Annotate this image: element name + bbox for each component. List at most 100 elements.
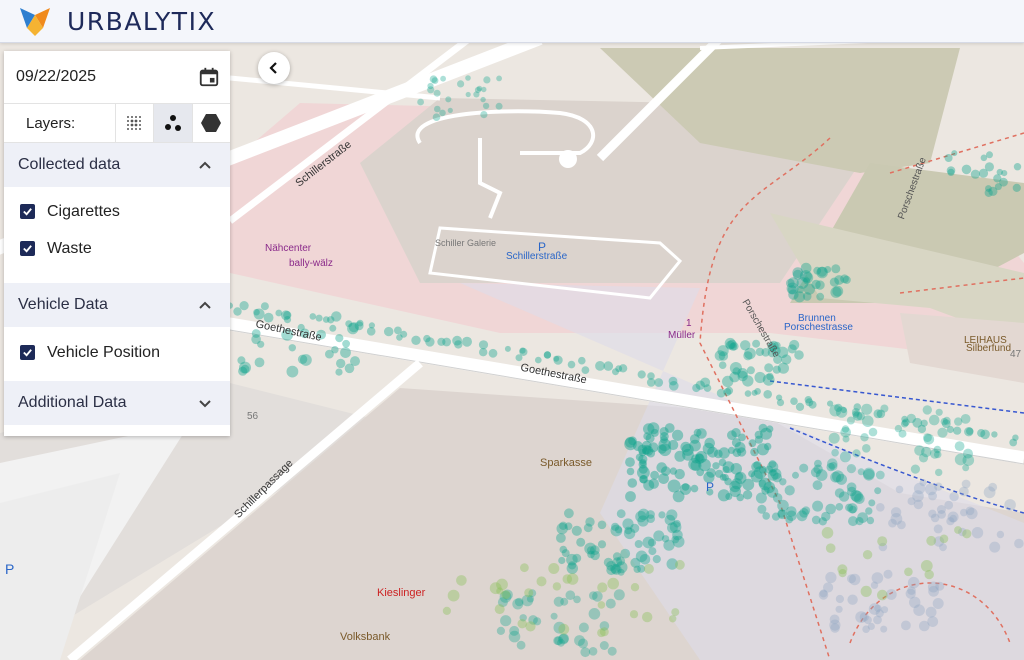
- data-point: [731, 478, 743, 490]
- data-point: [939, 543, 947, 552]
- data-point: [646, 378, 656, 387]
- data-point: [926, 535, 937, 546]
- checkbox-cigarettes[interactable]: [20, 204, 35, 219]
- data-point: [712, 462, 720, 470]
- poi-label-sparkasse: Sparkasse: [540, 457, 592, 469]
- data-point: [848, 516, 858, 527]
- data-point: [607, 646, 617, 656]
- section-additional-data-header[interactable]: Additional Data: [4, 381, 230, 425]
- data-point: [480, 111, 488, 119]
- data-point: [572, 553, 582, 563]
- data-point: [558, 623, 570, 635]
- data-point: [240, 364, 250, 374]
- data-point: [732, 448, 742, 457]
- data-point: [816, 292, 825, 301]
- data-point: [883, 569, 893, 579]
- checkbox-row-vehicle-position[interactable]: Vehicle Position: [4, 334, 230, 371]
- layer-control-panel: 09/22/2025 Layers: Collected data Cigare…: [4, 51, 230, 436]
- data-point: [603, 361, 614, 371]
- points-layer-button[interactable]: [153, 104, 192, 142]
- data-point: [790, 397, 798, 406]
- data-point: [834, 488, 845, 498]
- data-point: [927, 616, 939, 627]
- data-point: [847, 594, 858, 605]
- section-collected-data-header[interactable]: Collected data: [4, 143, 230, 187]
- heatmap-layer-button[interactable]: [114, 104, 153, 142]
- data-point: [630, 583, 640, 592]
- data-point: [888, 518, 897, 528]
- data-point: [852, 449, 861, 458]
- data-point: [1012, 183, 1021, 192]
- data-point: [447, 107, 453, 113]
- data-point: [434, 105, 441, 113]
- data-point: [483, 76, 491, 84]
- check-icon: [23, 208, 32, 216]
- data-point: [928, 414, 940, 426]
- data-point: [625, 457, 635, 467]
- collapse-panel-button[interactable]: [258, 52, 290, 84]
- data-point: [571, 525, 582, 536]
- checkbox-row-cigarettes[interactable]: Cigarettes: [4, 193, 230, 230]
- data-point: [954, 441, 965, 451]
- data-point: [457, 80, 465, 88]
- points-icon: [164, 115, 181, 131]
- data-point: [795, 402, 805, 411]
- checkbox-vehicle-position[interactable]: [20, 345, 35, 360]
- data-point: [832, 285, 844, 297]
- data-point: [663, 539, 675, 551]
- checkbox-row-waste[interactable]: Waste: [4, 230, 230, 267]
- data-point: [913, 482, 926, 495]
- data-point: [825, 571, 837, 584]
- checkbox-waste[interactable]: [20, 241, 35, 256]
- data-point: [832, 470, 844, 483]
- data-point: [558, 633, 569, 645]
- date-picker[interactable]: 09/22/2025: [4, 51, 230, 104]
- data-point: [627, 478, 638, 488]
- data-point: [658, 511, 666, 519]
- data-point: [585, 517, 595, 527]
- data-point: [763, 390, 772, 399]
- calendar-icon[interactable]: [198, 66, 220, 88]
- data-point: [937, 427, 948, 438]
- data-point: [654, 378, 664, 387]
- data-point: [516, 640, 526, 650]
- data-point: [874, 487, 882, 495]
- data-point: [725, 493, 733, 500]
- hexagon-layer-button[interactable]: [191, 104, 230, 142]
- data-point: [642, 444, 652, 455]
- data-point: [658, 443, 672, 457]
- data-point: [597, 601, 606, 609]
- data-point: [329, 324, 337, 332]
- section-vehicle-data-header[interactable]: Vehicle Data: [4, 283, 230, 327]
- data-point: [660, 435, 668, 444]
- data-point: [861, 403, 873, 415]
- data-point: [764, 363, 774, 373]
- data-point: [653, 530, 665, 542]
- data-point: [738, 433, 746, 442]
- data-point: [672, 429, 684, 441]
- data-point: [996, 168, 1003, 176]
- data-point: [482, 102, 490, 110]
- data-point: [722, 466, 730, 474]
- data-point: [787, 285, 797, 295]
- data-point: [599, 641, 609, 650]
- data-point: [580, 647, 591, 658]
- data-point: [550, 612, 558, 620]
- data-point: [744, 390, 752, 397]
- data-point: [496, 587, 504, 595]
- data-point: [835, 605, 843, 613]
- data-point: [846, 416, 855, 425]
- data-point: [331, 311, 342, 322]
- data-point: [935, 468, 943, 477]
- data-point: [808, 400, 817, 409]
- data-point: [868, 499, 876, 507]
- data-point: [411, 335, 421, 345]
- data-point: [857, 468, 865, 476]
- date-value[interactable]: 09/22/2025: [16, 68, 96, 86]
- data-point: [868, 603, 881, 615]
- data-point: [309, 313, 317, 320]
- data-point: [880, 625, 888, 633]
- data-point: [835, 406, 848, 418]
- data-point: [825, 543, 836, 553]
- data-point: [447, 589, 460, 602]
